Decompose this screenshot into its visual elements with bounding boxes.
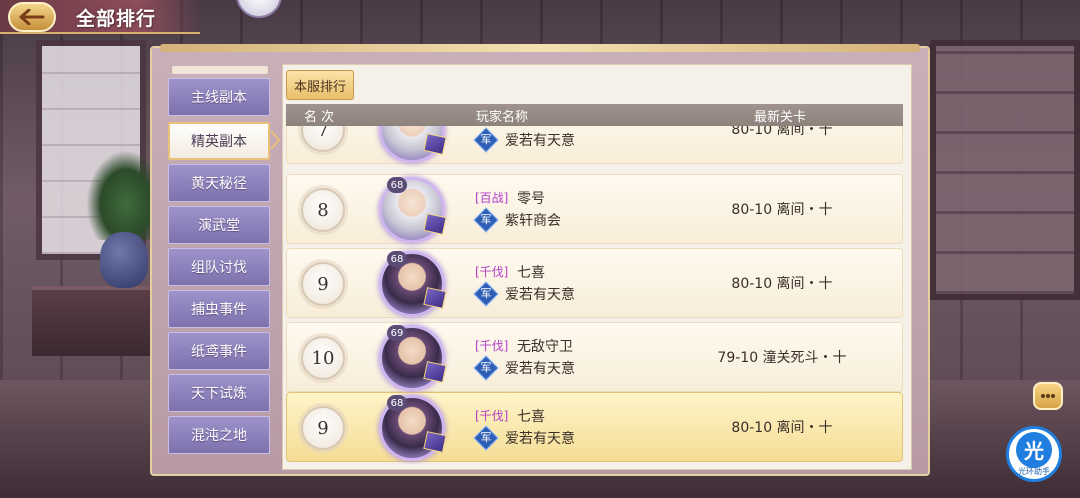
helper-logo-icon: 光 xyxy=(1016,431,1052,468)
column-header-rank: 名 次 xyxy=(304,110,335,125)
panel-top-trim xyxy=(160,44,920,52)
latest-stage: 80-10 离间・十 xyxy=(731,202,833,218)
latest-stage: 79-10 潼关死斗・十 xyxy=(717,350,847,366)
page-title: 全部排行 xyxy=(76,8,157,30)
guild-emblem-char: 军 xyxy=(480,431,492,444)
player-level-badge: 69 xyxy=(387,325,407,341)
rank-badge: 10 xyxy=(301,336,345,380)
player-level-badge: 68 xyxy=(387,177,407,193)
player-title-tag: [百战] xyxy=(475,191,509,205)
ranking-row[interactable]: 10 69 [千伐] 无敌守卫 军 爱若有天意 79-10 潼关死斗・十 xyxy=(286,322,903,392)
player-title-tag: [千伐] xyxy=(475,409,509,423)
guild-name: 爱若有天意 xyxy=(505,133,575,149)
sidebar-item-world-trial[interactable]: 天下试炼 xyxy=(168,374,270,412)
guild-name: 爱若有天意 xyxy=(505,431,575,447)
rank-badge: 9 xyxy=(301,406,345,450)
sidebar-item-huangtian-path[interactable]: 黄天秘径 xyxy=(168,164,270,202)
chat-bubble-icon xyxy=(1041,394,1055,398)
guild-emblem-char: 军 xyxy=(480,287,492,300)
sidebar-item-martial-hall[interactable]: 演武堂 xyxy=(168,206,270,244)
sidebar-item-label: 演武堂 xyxy=(198,218,240,234)
sidebar-item-label: 主线副本 xyxy=(191,90,247,106)
rank-number: 8 xyxy=(317,199,329,221)
sidebar-item-label: 精英副本 xyxy=(191,134,247,150)
back-arrow-icon xyxy=(19,9,45,25)
player-title-tag: [千伐] xyxy=(475,339,509,353)
ranking-row-self[interactable]: 9 68 [千伐] 七喜 军 爱若有天意 80-10 离间・十 xyxy=(286,392,903,462)
background-vase xyxy=(100,232,148,288)
sidebar-item-team-raid[interactable]: 组队讨伐 xyxy=(168,248,270,286)
sidebar-item-label: 天下试炼 xyxy=(191,386,247,402)
sidebar-item-label: 混沌之地 xyxy=(191,428,247,444)
guild-name: 爱若有天意 xyxy=(505,361,575,377)
column-header-stage: 最新关卡 xyxy=(754,110,807,125)
avatar-frame-ornament-icon xyxy=(423,133,447,155)
sidebar-item-label: 黄天秘径 xyxy=(191,176,247,192)
ranking-row[interactable]: 8 68 [百战] 零号 军 紫轩商会 80-10 离间・十 xyxy=(286,174,903,244)
avatar-frame-ornament-icon xyxy=(423,213,447,235)
sidebar-top-bar xyxy=(172,66,268,74)
latest-stage: 80-10 离间・十 xyxy=(731,420,833,436)
tab-server-ranking[interactable]: 本服排行 xyxy=(286,70,354,100)
sidebar-item-kite-event[interactable]: 纸鸢事件 xyxy=(168,332,270,370)
ranking-row[interactable]: 7 军 爱若有天意 80-10 离间・十 xyxy=(286,126,903,164)
tab-label: 本服排行 xyxy=(293,79,346,95)
back-button[interactable] xyxy=(8,2,56,32)
chat-button[interactable] xyxy=(1033,382,1063,410)
rank-badge: 8 xyxy=(301,188,345,232)
sidebar-item-label: 捕虫事件 xyxy=(191,302,247,318)
active-item-arrow-icon xyxy=(270,130,280,150)
guild-emblem-char: 军 xyxy=(480,133,492,146)
guild-name: 爱若有天意 xyxy=(505,287,575,303)
sidebar-item-label: 组队讨伐 xyxy=(191,260,247,276)
sidebar-item-bug-event[interactable]: 捕虫事件 xyxy=(168,290,270,328)
sidebar-item-label: 纸鸢事件 xyxy=(191,344,247,360)
rank-number: 7 xyxy=(317,126,329,141)
rank-number: 9 xyxy=(317,273,329,295)
rank-badge: 9 xyxy=(301,262,345,306)
helper-logo-label: 光环助手 xyxy=(1018,466,1050,476)
avatar-frame-ornament-icon xyxy=(423,287,447,309)
guild-emblem-char: 军 xyxy=(480,361,492,374)
guild-name: 紫轩商会 xyxy=(505,213,561,229)
latest-stage: 80-10 离间・十 xyxy=(731,276,833,292)
rank-badge: 7 xyxy=(301,126,345,152)
player-name: 七喜 xyxy=(517,409,545,425)
player-title-tag: [千伐] xyxy=(475,265,509,279)
avatar-frame-ornament-icon xyxy=(423,361,447,383)
column-header-player: 玩家名称 xyxy=(476,110,529,125)
ranking-list[interactable]: 7 军 爱若有天意 80-10 离间・十 8 68 [百战] 零号 军 紫轩商会… xyxy=(286,126,903,464)
latest-stage: 80-10 离间・十 xyxy=(731,126,833,138)
avatar-frame-ornament-icon xyxy=(423,431,447,453)
player-name: 无敌守卫 xyxy=(517,339,573,355)
sidebar-item-elite-dungeon[interactable]: 精英副本 xyxy=(168,122,270,160)
player-level-badge: 68 xyxy=(387,395,407,411)
helper-logo-button[interactable]: 光 光环助手 xyxy=(1006,426,1062,482)
background-window-right xyxy=(930,40,1080,300)
rank-number: 9 xyxy=(317,417,329,439)
player-name: 零号 xyxy=(517,191,545,207)
sidebar-item-main-dungeon[interactable]: 主线副本 xyxy=(168,78,270,116)
player-name: 七喜 xyxy=(517,265,545,281)
ranking-row[interactable]: 9 68 [千伐] 七喜 军 爱若有天意 80-10 离间・十 xyxy=(286,248,903,318)
rank-number: 10 xyxy=(311,347,335,369)
player-level-badge: 68 xyxy=(387,251,407,267)
sidebar-item-chaos-land[interactable]: 混沌之地 xyxy=(168,416,270,454)
guild-emblem-char: 军 xyxy=(480,213,492,226)
ranking-table-header: 名 次 玩家名称 最新关卡 xyxy=(286,104,903,126)
